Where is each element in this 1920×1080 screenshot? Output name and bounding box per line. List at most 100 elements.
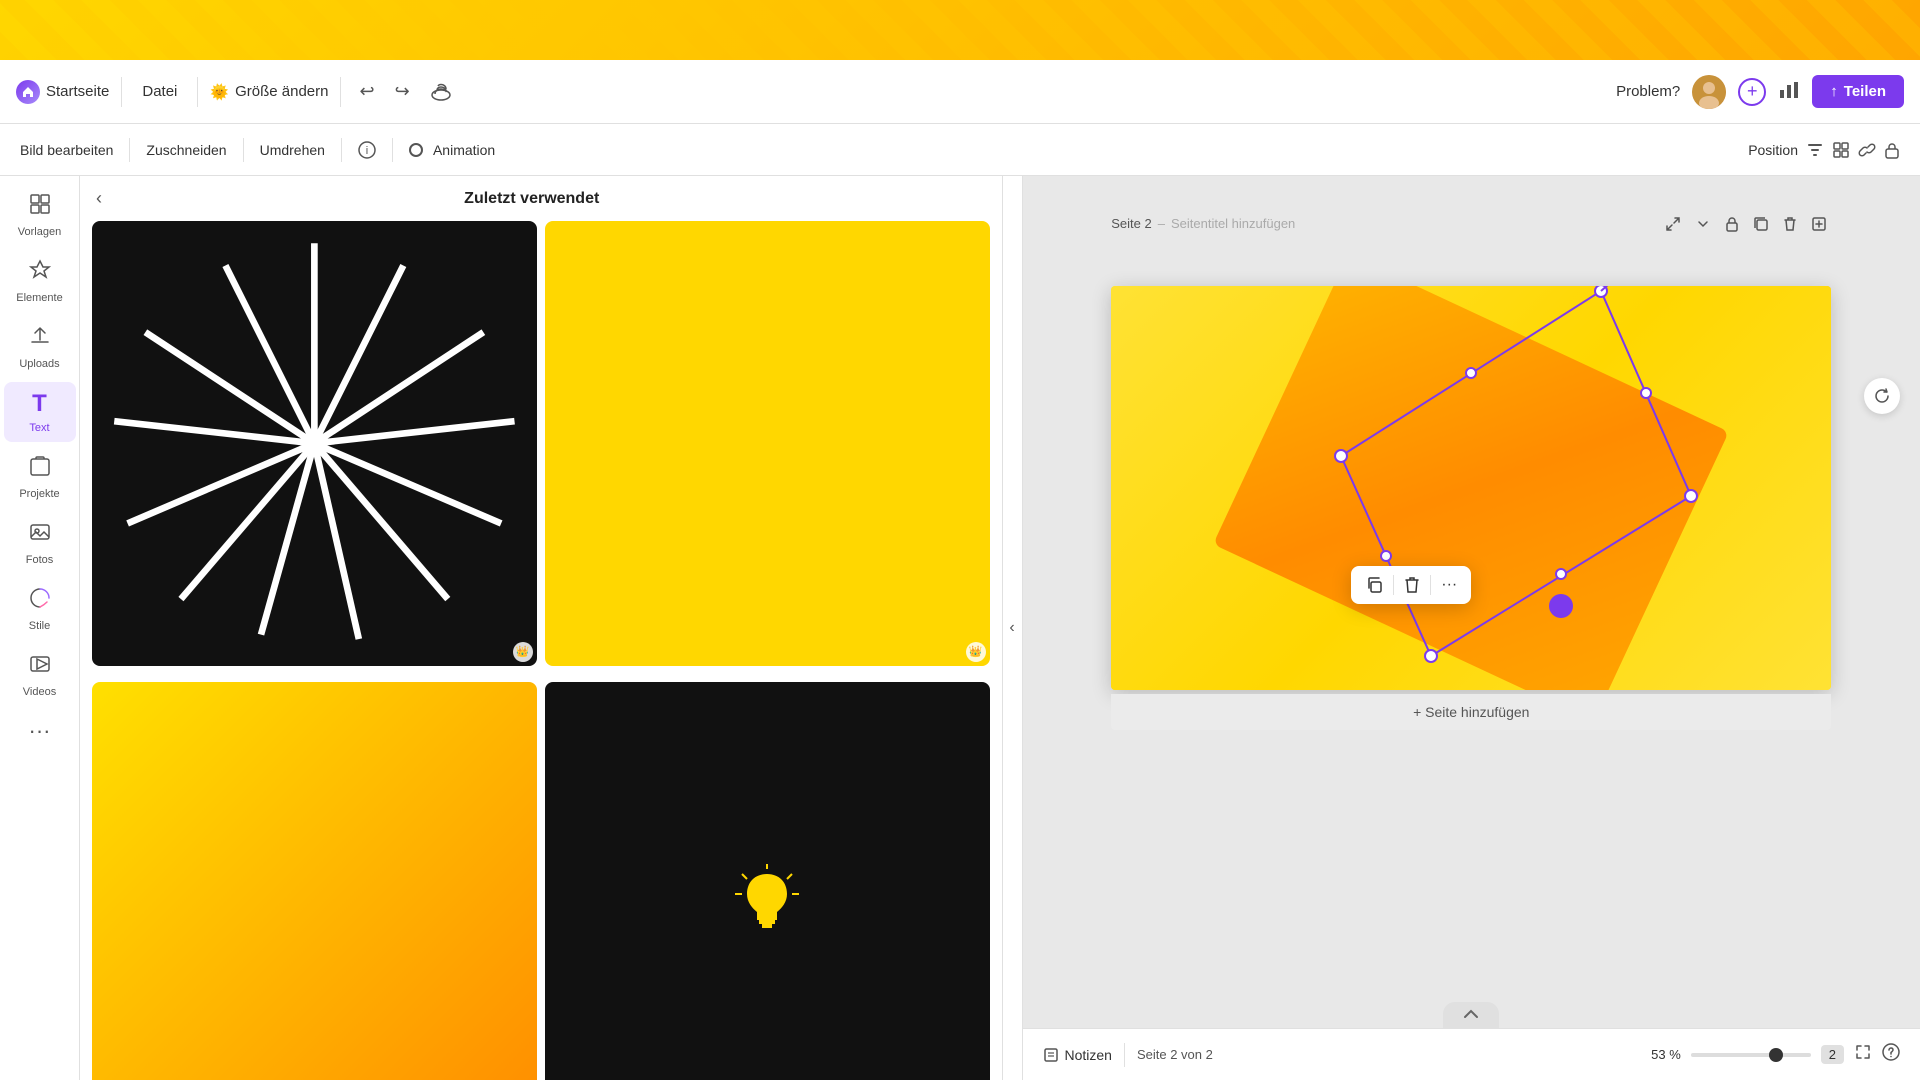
page-num-badge: 2 bbox=[1821, 1045, 1844, 1064]
animation-button[interactable]: Animation bbox=[409, 142, 495, 158]
sidebar-item-projekte[interactable]: Projekte bbox=[4, 446, 76, 508]
sidebar-item-videos[interactable]: Videos bbox=[4, 644, 76, 706]
resize-label: Größe ändern bbox=[235, 83, 328, 100]
asset-gradient[interactable] bbox=[92, 682, 537, 1080]
separator-3 bbox=[340, 77, 341, 107]
grid-icon-button[interactable] bbox=[1832, 141, 1850, 159]
videos-icon bbox=[28, 652, 52, 682]
link-icon-button[interactable] bbox=[1858, 141, 1876, 159]
file-menu-button[interactable]: Datei bbox=[134, 79, 185, 104]
animation-label: Animation bbox=[433, 142, 495, 158]
expand-icon-button[interactable] bbox=[1661, 212, 1685, 241]
svg-text:i: i bbox=[366, 145, 368, 157]
zoom-level: 53 % bbox=[1651, 1047, 1681, 1062]
sidebar-content: ‹ Zuletzt verwendet bbox=[80, 176, 1003, 1080]
bottom-collapse-button[interactable] bbox=[1443, 1002, 1499, 1028]
sidebar-title: Zuletzt verwendet bbox=[464, 190, 599, 208]
cloud-save-button[interactable] bbox=[424, 79, 458, 105]
crop-button[interactable]: Zuschneiden bbox=[146, 142, 226, 158]
edit-image-label: Bild bearbeiten bbox=[20, 142, 113, 158]
delete-page-button[interactable] bbox=[1779, 212, 1801, 241]
sidebar-item-elemente[interactable]: Elemente bbox=[4, 250, 76, 312]
position-label: Position bbox=[1748, 142, 1798, 158]
analytics-button[interactable] bbox=[1778, 78, 1800, 106]
flip-button[interactable]: Umdrehen bbox=[260, 142, 325, 158]
page-info: Seite 2 von 2 bbox=[1137, 1047, 1213, 1062]
page-label: Seite 2 bbox=[1111, 216, 1151, 231]
header-right: Problem? + ↑ Teilen bbox=[1616, 75, 1904, 109]
asset-bulb[interactable]: 👑 bbox=[545, 682, 990, 1080]
canvas-wrapper: Seite 2 – Seitentitel hinzufügen bbox=[1023, 176, 1920, 1028]
position-button[interactable]: Position bbox=[1748, 142, 1798, 158]
asset-burst[interactable]: 👑 bbox=[92, 221, 537, 666]
add-page-icon-button[interactable] bbox=[1807, 212, 1831, 241]
separator-2 bbox=[197, 77, 198, 107]
duplicate-page-button[interactable] bbox=[1749, 212, 1773, 241]
sidebar-item-stile[interactable]: Stile bbox=[4, 578, 76, 640]
crown-badge-1: 👑 bbox=[513, 642, 533, 662]
home-icon bbox=[16, 80, 40, 104]
asset-yellow-rect[interactable]: 👑 bbox=[545, 221, 990, 666]
page-label-bar: Seite 2 – Seitentitel hinzufügen bbox=[1111, 216, 1295, 231]
crop-label: Zuschneiden bbox=[146, 142, 226, 158]
undo-button[interactable]: ↩ bbox=[353, 77, 380, 106]
resize-button[interactable]: 🌞 Größe ändern bbox=[210, 83, 328, 101]
home-label: Startseite bbox=[46, 83, 109, 100]
header-toolbar: Startseite Datei 🌞 Größe ändern ↩ ↪ Prob… bbox=[0, 60, 1920, 124]
problem-button[interactable]: Problem? bbox=[1616, 83, 1680, 100]
collapse-panel-button[interactable]: ‹ bbox=[1001, 611, 1022, 645]
crown-badge-2: 👑 bbox=[966, 642, 986, 662]
collapse-panel: ‹ bbox=[1003, 176, 1023, 1080]
notes-button[interactable]: Notizen bbox=[1043, 1047, 1112, 1063]
stile-icon bbox=[28, 586, 52, 616]
separator-1 bbox=[121, 77, 122, 107]
edit-toolbar: Bild bearbeiten Zuschneiden Umdrehen i A… bbox=[0, 124, 1920, 176]
sidebar-item-more[interactable]: ··· bbox=[4, 710, 76, 752]
share-button[interactable]: ↑ Teilen bbox=[1812, 75, 1904, 108]
uploads-label: Uploads bbox=[19, 358, 59, 370]
fullscreen-button[interactable] bbox=[1854, 1043, 1872, 1066]
filter-icon-button[interactable] bbox=[1806, 141, 1824, 159]
ctx-more-button[interactable]: ··· bbox=[1435, 572, 1463, 598]
home-button[interactable]: Startseite bbox=[16, 80, 109, 104]
flip-label: Umdrehen bbox=[260, 142, 325, 158]
sidebar-item-text[interactable]: T Text bbox=[4, 382, 76, 442]
refresh-button[interactable] bbox=[1864, 378, 1900, 414]
sidebar-item-fotos[interactable]: Fotos bbox=[4, 512, 76, 574]
sidebar-header: ‹ Zuletzt verwendet bbox=[92, 188, 990, 209]
lock-icon-button[interactable] bbox=[1884, 141, 1900, 159]
zoom-thumb[interactable] bbox=[1769, 1048, 1783, 1062]
sidebar-item-vorlagen[interactable]: Vorlagen bbox=[4, 184, 76, 246]
canvas-slide[interactable]: ··· bbox=[1111, 286, 1831, 690]
ctx-delete-button[interactable] bbox=[1398, 572, 1426, 598]
vorlagen-icon bbox=[28, 192, 52, 222]
ctx-divider-2 bbox=[1430, 575, 1431, 595]
zoom-slider[interactable] bbox=[1691, 1053, 1811, 1057]
context-menu: ··· bbox=[1351, 566, 1471, 604]
ctx-copy-button[interactable] bbox=[1359, 572, 1389, 598]
top-decorative-bar bbox=[0, 0, 1920, 60]
help-button[interactable] bbox=[1882, 1043, 1900, 1066]
edit-image-button[interactable]: Bild bearbeiten bbox=[20, 142, 113, 158]
info-button[interactable]: i bbox=[358, 141, 376, 159]
chevron-down-icon-button[interactable] bbox=[1691, 212, 1715, 241]
text-label: Text bbox=[29, 422, 49, 434]
asset-grid-bottom: 👑 bbox=[92, 682, 990, 1080]
fotos-label: Fotos bbox=[26, 554, 54, 566]
vorlagen-label: Vorlagen bbox=[18, 226, 61, 238]
canvas-outer: Seite 2 – Seitentitel hinzufügen bbox=[1111, 246, 1831, 690]
add-page-button[interactable]: + Seite hinzufügen bbox=[1111, 694, 1831, 730]
page-subtitle[interactable]: Seitentitel hinzufügen bbox=[1171, 216, 1295, 231]
canvas-area: Seite 2 – Seitentitel hinzufügen bbox=[1023, 176, 1920, 1080]
back-button[interactable]: ‹ bbox=[96, 188, 102, 209]
toolbar-separator-4 bbox=[392, 138, 393, 162]
animation-icon bbox=[409, 143, 423, 157]
redo-button[interactable]: ↪ bbox=[389, 77, 416, 106]
more-icon: ··· bbox=[29, 718, 51, 744]
bottom-toolbar: Notizen Seite 2 von 2 53 % 2 bbox=[1023, 1028, 1920, 1080]
sidebar-item-uploads[interactable]: Uploads bbox=[4, 316, 76, 378]
zoom-section: 53 % 2 bbox=[1651, 1043, 1900, 1066]
add-collaborator-button[interactable]: + bbox=[1738, 78, 1766, 106]
lock-page-button[interactable] bbox=[1721, 212, 1743, 241]
stile-label: Stile bbox=[29, 620, 50, 632]
